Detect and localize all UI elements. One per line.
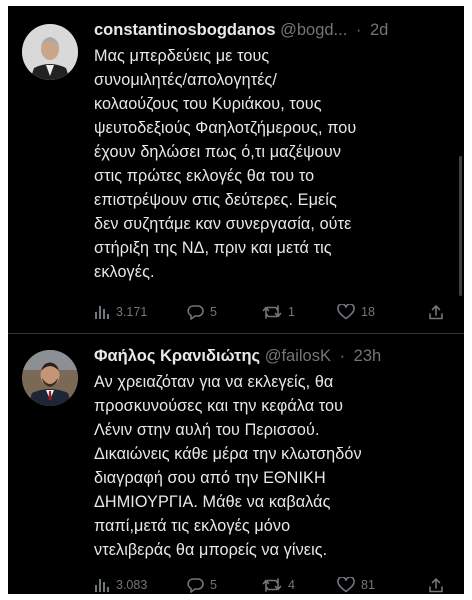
tweet-text-line: δεν συζητάμε καν συνεργασία, ούτε xyxy=(94,215,352,233)
tweet-text-line: ΔΗΜΙΟΥΡΓΙΑ. Μάθε να καβαλάς xyxy=(94,493,331,511)
tweet-text-line: στήριξη της ΝΔ, πριν και μετά τις xyxy=(94,239,332,257)
tweet-text-line: κολαούζους του Κυριάκου, τους xyxy=(94,95,322,113)
reply-button[interactable]: 5 xyxy=(187,574,217,594)
reply-count: 5 xyxy=(210,305,217,319)
action-bar: 3.171 5 1 18 xyxy=(94,301,454,323)
timeline: constantinosbogdanos @bogd... · 2d Μας μ… xyxy=(8,6,464,594)
share-button[interactable] xyxy=(428,574,444,594)
timestamp[interactable]: 23h xyxy=(354,347,382,365)
tweet-text: Αν χρειαζόταν για να εκλεγείς, θα προσκυ… xyxy=(94,370,454,562)
retweet-count: 4 xyxy=(288,578,295,592)
like-count: 81 xyxy=(361,578,375,592)
separator-dot: · xyxy=(339,347,346,365)
tweet-text-line: εκλογές. xyxy=(94,263,155,281)
avatar[interactable] xyxy=(22,350,78,406)
handle[interactable]: @failosK xyxy=(265,347,331,365)
tweet-text-line: διαγραφή σου από την ΕΘΝΙΚΗ xyxy=(94,469,326,487)
tweet-text-line: στις πρώτες εκλογές θα του το xyxy=(94,167,315,185)
views-count: 3.083 xyxy=(116,578,148,592)
share-upload-icon xyxy=(429,578,443,593)
tweet-text: Μας μπερδεύεις με τους συνομιλητές/απολο… xyxy=(94,44,454,284)
like-button[interactable]: 18 xyxy=(337,301,375,323)
tweet-text-line: συνομιλητές/απολογητές/ xyxy=(94,71,278,89)
heart-icon xyxy=(337,304,355,320)
tweet-text-line: έχουν δηλώσει πως ό,τι μαζέψουν xyxy=(94,143,342,161)
heart-icon xyxy=(337,577,355,593)
handle[interactable]: @bogd... xyxy=(280,21,347,39)
like-button[interactable]: 81 xyxy=(337,574,375,594)
retweet-count: 1 xyxy=(288,305,295,319)
tweet-header: constantinosbogdanos @bogd... · 2d xyxy=(94,16,454,44)
avatar[interactable] xyxy=(22,24,78,80)
views-bar-icon xyxy=(95,306,109,319)
display-name[interactable]: constantinosbogdanos xyxy=(94,21,276,39)
retweet-button[interactable]: 1 xyxy=(262,301,295,323)
reply-count: 5 xyxy=(210,578,217,592)
action-bar: 3.083 5 4 81 xyxy=(94,574,454,594)
tweet-text-line: προσκυνούσες και την κεφάλα του xyxy=(94,397,344,415)
retweet-icon xyxy=(262,305,282,319)
share-button[interactable] xyxy=(428,301,444,323)
reply-bubble-icon xyxy=(187,305,204,320)
timestamp[interactable]: 2d xyxy=(370,21,388,39)
tweet-text-line: επιστρέψουν στις δεύτερες. Εμείς xyxy=(94,191,337,209)
retweet-button[interactable]: 4 xyxy=(262,574,295,594)
views-count: 3.171 xyxy=(116,305,148,319)
scrollbar[interactable] xyxy=(459,156,462,296)
tweet-text-line: Αν χρειαζόταν για να εκλεγείς, θα xyxy=(94,373,334,391)
display-name[interactable]: Φαήλος Κρανιδιώτης xyxy=(94,347,260,365)
separator-dot: · xyxy=(355,21,362,39)
reply-bubble-icon xyxy=(187,578,204,593)
tweet-text-line: Λένιν στην αυλή του Περισσού. xyxy=(94,421,320,439)
tweet-text-line: ψευτοδεξιούς Φαηλοτζήμερους, που xyxy=(94,119,357,137)
like-count: 18 xyxy=(361,305,375,319)
reply-button[interactable]: 5 xyxy=(187,301,217,323)
tweet-divider xyxy=(8,333,464,334)
tweet-text-line: ντελιβεράς θα μπορείς να γίνεις. xyxy=(94,541,328,559)
tweet-text-line: Δικαιώνεις κάθε μέρα την κλωτσηδόν xyxy=(94,445,362,463)
retweet-icon xyxy=(262,578,282,592)
tweet-header: Φαήλος Κρανιδιώτης @failosK · 23h xyxy=(94,342,454,370)
views-bar-icon xyxy=(95,579,109,592)
views-button[interactable]: 3.171 xyxy=(94,301,147,323)
tweet-text-line: παπί,μετά τις εκλογές μόνο xyxy=(94,517,291,535)
tweet-text-line: Μας μπερδεύεις με τους xyxy=(94,47,270,65)
share-upload-icon xyxy=(429,305,443,320)
views-button[interactable]: 3.083 xyxy=(94,574,147,594)
